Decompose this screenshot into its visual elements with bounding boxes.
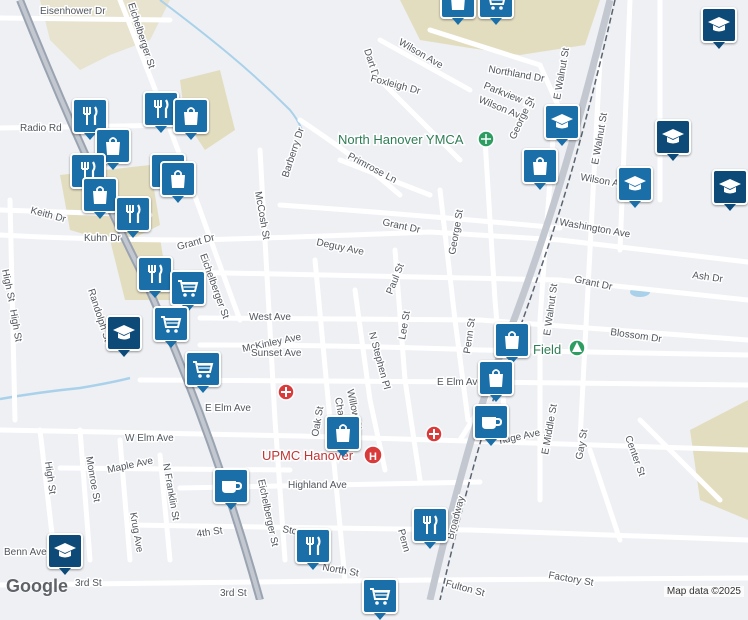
shopping-cart-pin[interactable] [153, 306, 189, 348]
shopping-cart-icon [484, 0, 508, 13]
street-label: West Ave [249, 312, 291, 323]
shopping-bag-icon [331, 421, 355, 445]
school-icon [707, 13, 731, 37]
google-logo: Google [6, 576, 68, 596]
school-pin[interactable] [712, 169, 748, 211]
restaurant-pin[interactable] [115, 196, 151, 238]
restaurant-icon [301, 534, 325, 558]
school-pin[interactable] [701, 7, 737, 49]
shopping-cart-icon [176, 276, 200, 300]
shopping-bag-pin[interactable] [82, 177, 118, 219]
cafe-pin[interactable] [213, 468, 249, 510]
restaurant-icon [149, 97, 173, 121]
restaurant-pin[interactable] [137, 256, 173, 298]
school-pin[interactable] [47, 533, 83, 575]
shopping-bag-icon [528, 154, 552, 178]
school-pin[interactable] [655, 119, 691, 161]
shopping-bag-icon [446, 0, 470, 13]
shopping-bag-pin[interactable] [440, 0, 476, 25]
shopping-cart-pin[interactable] [362, 578, 398, 620]
school-pin[interactable] [617, 166, 653, 208]
street-label: Kuhn Dr [84, 233, 121, 244]
street-label: Highland Ave [288, 480, 347, 491]
restaurant-icon [418, 513, 442, 537]
cafe-icon [479, 410, 503, 434]
field-park-marker[interactable]: Field [532, 339, 586, 359]
school-pin[interactable] [544, 104, 580, 146]
street-label: Eisenhower Dr [40, 6, 106, 17]
shopping-bag-icon [484, 366, 508, 390]
school-icon [661, 125, 685, 149]
shopping-bag-pin[interactable] [478, 360, 514, 402]
street-label: 3rd St [220, 588, 247, 599]
shopping-bag-icon [179, 104, 203, 128]
restaurant-icon [78, 104, 102, 128]
street-label: Benn Ave [4, 547, 47, 558]
shopping-bag-pin[interactable] [160, 161, 196, 203]
shopping-bag-pin[interactable] [494, 322, 530, 364]
street-label: E Elm Ave [437, 377, 483, 388]
medical-marker[interactable] [277, 383, 295, 401]
restaurant-pin[interactable] [295, 528, 331, 570]
map-canvas[interactable]: Eisenhower Dr Eichelberger St Dart Dr Wilso… [0, 0, 748, 600]
shopping-cart-pin[interactable] [170, 270, 206, 312]
ymca-label: North Hanover YMCA [338, 132, 464, 147]
shopping-bag-pin[interactable] [325, 415, 361, 457]
shopping-cart-pin[interactable] [185, 351, 221, 393]
shopping-bag-icon [88, 183, 112, 207]
school-icon [623, 172, 647, 196]
street-label: 3rd St [75, 578, 102, 589]
cafe-pin[interactable] [473, 404, 509, 446]
shopping-cart-icon [159, 312, 183, 336]
land-background [0, 0, 748, 600]
shopping-bag-icon [166, 167, 190, 191]
school-pin[interactable] [106, 315, 142, 357]
school-icon [112, 321, 136, 345]
hospital-h-icon: H [369, 451, 377, 463]
street-label: Sunset Ave [251, 348, 302, 359]
street-label: E Elm Ave [205, 403, 251, 414]
shopping-bag-pin[interactable] [173, 98, 209, 140]
field-label: Field [533, 342, 561, 357]
shopping-bag-icon [500, 328, 524, 352]
restaurant-pin[interactable] [412, 507, 448, 549]
restaurant-icon [121, 202, 145, 226]
shopping-cart-icon [368, 584, 392, 608]
street-label: Radio Rd [20, 123, 62, 134]
medical-marker[interactable] [425, 425, 443, 443]
shopping-bag-pin[interactable] [522, 148, 558, 190]
school-icon [718, 175, 742, 199]
school-icon [53, 539, 77, 563]
cafe-icon [219, 474, 243, 498]
shopping-cart-icon [191, 357, 215, 381]
shopping-cart-pin[interactable] [478, 0, 514, 25]
restaurant-icon [143, 262, 167, 286]
school-icon [550, 110, 574, 134]
map-attribution[interactable]: Map data ©2025 [663, 586, 744, 597]
street-label: W Elm Ave [125, 433, 174, 444]
